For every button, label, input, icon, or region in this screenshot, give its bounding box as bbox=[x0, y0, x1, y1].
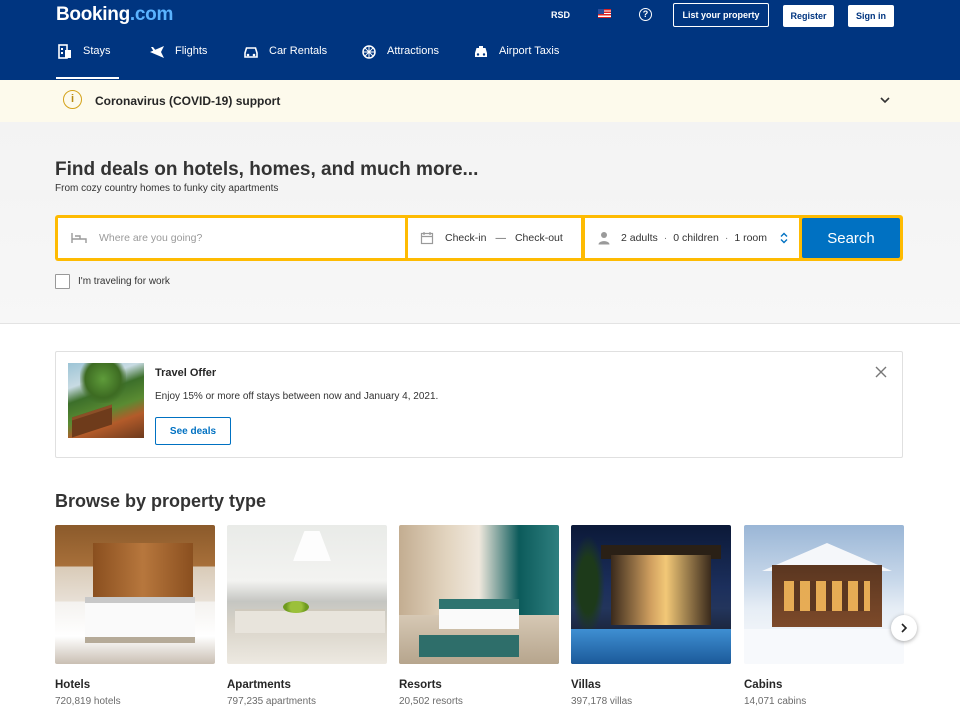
property-type-name: Cabins bbox=[744, 679, 783, 691]
property-type-name: Apartments bbox=[227, 679, 291, 691]
kitchen-table bbox=[235, 609, 385, 633]
top-header: Booking.com RSD ? List your property Reg… bbox=[0, 0, 960, 80]
date-separator: — bbox=[495, 232, 506, 244]
hotel-bed bbox=[85, 597, 195, 637]
property-type-count: 14,071 cabins bbox=[744, 696, 807, 707]
cabin-snow bbox=[744, 629, 904, 664]
nav-tab-stays[interactable]: Stays bbox=[56, 43, 119, 79]
checkout-label: Check-out bbox=[514, 232, 563, 244]
register-button[interactable]: Register bbox=[783, 5, 834, 27]
nav-label-flights: Flights bbox=[175, 45, 208, 57]
travel-offer-image bbox=[68, 363, 144, 438]
browse-section-title: Browse by property type bbox=[55, 491, 267, 511]
list-your-property-button[interactable]: List your property bbox=[673, 3, 769, 27]
taxi-icon bbox=[472, 43, 490, 61]
villa-house bbox=[611, 555, 711, 625]
villa-pool bbox=[571, 629, 731, 664]
nav-tab-flights[interactable]: Flights bbox=[148, 45, 207, 79]
chevron-right-icon bbox=[901, 623, 908, 633]
children-count: 0 children bbox=[673, 232, 719, 244]
hotels-image bbox=[55, 525, 215, 664]
checkin-label: Check-in bbox=[445, 232, 487, 244]
villas-image bbox=[571, 525, 731, 664]
covid-banner[interactable]: i Coronavirus (COVID-19) support bbox=[0, 80, 960, 122]
covid-banner-text: Coronavirus (COVID-19) support bbox=[95, 94, 281, 108]
person-icon bbox=[597, 231, 611, 245]
us-flag-icon[interactable] bbox=[598, 9, 611, 18]
apartments-image bbox=[227, 525, 387, 664]
hero-subtitle: From cozy country homes to funky city ap… bbox=[55, 183, 279, 194]
rooms-count: 1 room bbox=[734, 232, 767, 244]
resort-bed bbox=[439, 599, 519, 629]
property-type-count: 20,502 resorts bbox=[399, 696, 463, 707]
offer-image-tree bbox=[80, 363, 126, 403]
property-type-count: 797,235 apartments bbox=[227, 696, 316, 707]
logo-text: Booking bbox=[56, 4, 130, 25]
search-bar: Where are you going? Check-in — Check-ou… bbox=[55, 215, 903, 261]
travel-offer-title: Travel Offer bbox=[155, 367, 217, 379]
booking-logo[interactable]: Booking.com bbox=[56, 4, 173, 26]
property-card-resorts[interactable]: Resorts 20,502 resorts bbox=[399, 525, 559, 707]
info-icon: i bbox=[63, 90, 82, 109]
up-down-arrows-icon bbox=[780, 232, 788, 244]
villa-trees bbox=[571, 535, 605, 635]
logo-suffix: .com bbox=[129, 4, 174, 25]
hero-title: Find deals on hotels, homes, and much mo… bbox=[55, 159, 479, 180]
kitchen-hood bbox=[293, 531, 331, 561]
car-icon bbox=[242, 43, 260, 61]
calendar-icon bbox=[420, 231, 434, 245]
ferris-wheel-icon bbox=[360, 43, 378, 61]
plane-icon bbox=[148, 43, 166, 61]
resorts-image bbox=[399, 525, 559, 664]
property-card-cabins[interactable]: Cabins 14,071 cabins bbox=[744, 525, 904, 707]
destination-placeholder: Where are you going? bbox=[99, 232, 203, 244]
nav-label-airport-taxis: Airport Taxis bbox=[499, 45, 560, 57]
nav-label-attractions: Attractions bbox=[387, 45, 439, 57]
destination-field[interactable]: Where are you going? bbox=[58, 218, 405, 258]
nav-label-car-rentals: Car Rentals bbox=[269, 45, 328, 57]
property-card-apartments[interactable]: Apartments 797,235 apartments bbox=[227, 525, 387, 707]
property-type-name: Resorts bbox=[399, 679, 442, 691]
nav-tab-car-rentals[interactable]: Car Rentals bbox=[242, 45, 327, 79]
carousel-next-button[interactable] bbox=[891, 615, 917, 641]
offer-image-bench bbox=[72, 404, 112, 438]
see-deals-button[interactable]: See deals bbox=[155, 417, 231, 445]
chevron-down-icon[interactable] bbox=[878, 93, 892, 107]
property-type-name: Villas bbox=[571, 679, 601, 691]
adults-count: 2 adults bbox=[621, 232, 658, 244]
nav-tab-attractions[interactable]: Attractions bbox=[360, 45, 439, 79]
property-card-hotels[interactable]: Hotels 720,819 hotels bbox=[55, 525, 215, 707]
resort-rug bbox=[419, 635, 519, 657]
search-hero: Find deals on hotels, homes, and much mo… bbox=[0, 122, 960, 324]
work-travel-checkbox[interactable] bbox=[55, 274, 70, 289]
property-type-count: 397,178 villas bbox=[571, 696, 633, 707]
sign-in-button[interactable]: Sign in bbox=[848, 5, 894, 27]
fruit-bowl bbox=[283, 601, 309, 613]
currency-selector[interactable]: RSD bbox=[551, 10, 570, 20]
bed-icon bbox=[56, 43, 74, 61]
bed-icon bbox=[70, 231, 88, 245]
hotel-headboard bbox=[93, 543, 193, 597]
work-travel-option[interactable]: I'm traveling for work bbox=[55, 274, 170, 289]
cabin-windows bbox=[784, 581, 870, 611]
nav-tab-airport-taxis[interactable]: Airport Taxis bbox=[472, 45, 559, 79]
nav-label-stays: Stays bbox=[83, 45, 111, 57]
property-type-count: 720,819 hotels bbox=[55, 696, 121, 707]
cabins-image bbox=[744, 525, 904, 664]
close-icon[interactable] bbox=[874, 365, 888, 379]
guests-field[interactable]: 2 adults · 0 children · 1 room bbox=[585, 218, 799, 258]
help-icon[interactable]: ? bbox=[639, 8, 652, 21]
travel-offer-card: Travel Offer Enjoy 15% or more off stays… bbox=[55, 351, 903, 458]
guest-separator: · bbox=[724, 232, 729, 244]
date-range-field[interactable]: Check-in — Check-out bbox=[408, 218, 581, 258]
work-travel-label: I'm traveling for work bbox=[78, 276, 170, 287]
guest-separator: · bbox=[663, 232, 668, 244]
search-button[interactable]: Search bbox=[802, 218, 900, 258]
travel-offer-text: Enjoy 15% or more off stays between now … bbox=[155, 391, 439, 402]
property-type-name: Hotels bbox=[55, 679, 91, 691]
property-card-villas[interactable]: Villas 397,178 villas bbox=[571, 525, 731, 707]
